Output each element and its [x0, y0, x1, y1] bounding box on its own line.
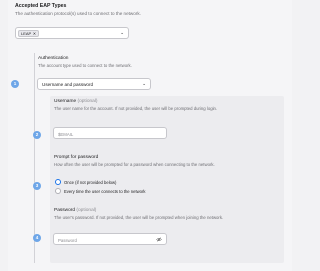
password-placeholder: Password: [58, 237, 77, 243]
password-optional: (optional): [76, 208, 97, 213]
password-input[interactable]: Password: [53, 233, 167, 245]
username-optional: (optional): [77, 99, 98, 104]
username-title: Username (optional): [54, 99, 97, 104]
eap-types-description: The authentication protocol(s) used to c…: [15, 11, 141, 16]
step-3-badge: 3: [33, 182, 41, 190]
password-label: Password: [54, 208, 76, 213]
radio-every-time[interactable]: [55, 188, 61, 194]
username-label: Username: [54, 99, 77, 104]
eye-slash-icon[interactable]: [156, 237, 162, 242]
password-title: Password (optional): [54, 208, 96, 213]
authentication-selected: Username and password: [42, 82, 94, 87]
authentication-description: The account type used to connect to the …: [38, 63, 132, 68]
radio-once[interactable]: [55, 179, 61, 185]
tag-remove-icon[interactable]: ✕: [33, 31, 37, 36]
eap-types-select[interactable]: LEAP ✕ ⌄: [15, 27, 129, 39]
chevron-down-icon: ⌄: [142, 81, 146, 86]
authentication-select[interactable]: Username and password ⌄: [37, 78, 151, 90]
username-placeholder: $EMAIL: [58, 131, 74, 137]
radio-once-label[interactable]: Once (if not provided below): [64, 180, 116, 185]
authentication-title: Authentication: [38, 56, 69, 61]
step-2-badge: 2: [33, 131, 41, 139]
password-description: The user's password. If not provided, th…: [54, 215, 224, 220]
username-input[interactable]: $EMAIL: [53, 127, 167, 139]
username-description: The user name for the account. If not pr…: [54, 106, 218, 111]
radio-every-time-label[interactable]: Every time the user connects to the netw…: [64, 189, 145, 194]
step-4-badge: 4: [33, 234, 41, 242]
eap-tag-label: LEAP: [21, 31, 32, 36]
step-1-badge: 1: [11, 80, 19, 88]
eap-types-title: Accepted EAP Types: [15, 3, 67, 9]
prompt-title: Prompt for password: [54, 155, 99, 160]
chevron-down-icon[interactable]: ⌄: [120, 30, 124, 36]
page: Accepted EAP Types The authentication pr…: [0, 0, 300, 271]
eap-tag: LEAP ✕: [18, 30, 40, 37]
prompt-description: How often the user will be prompted for …: [54, 162, 215, 167]
